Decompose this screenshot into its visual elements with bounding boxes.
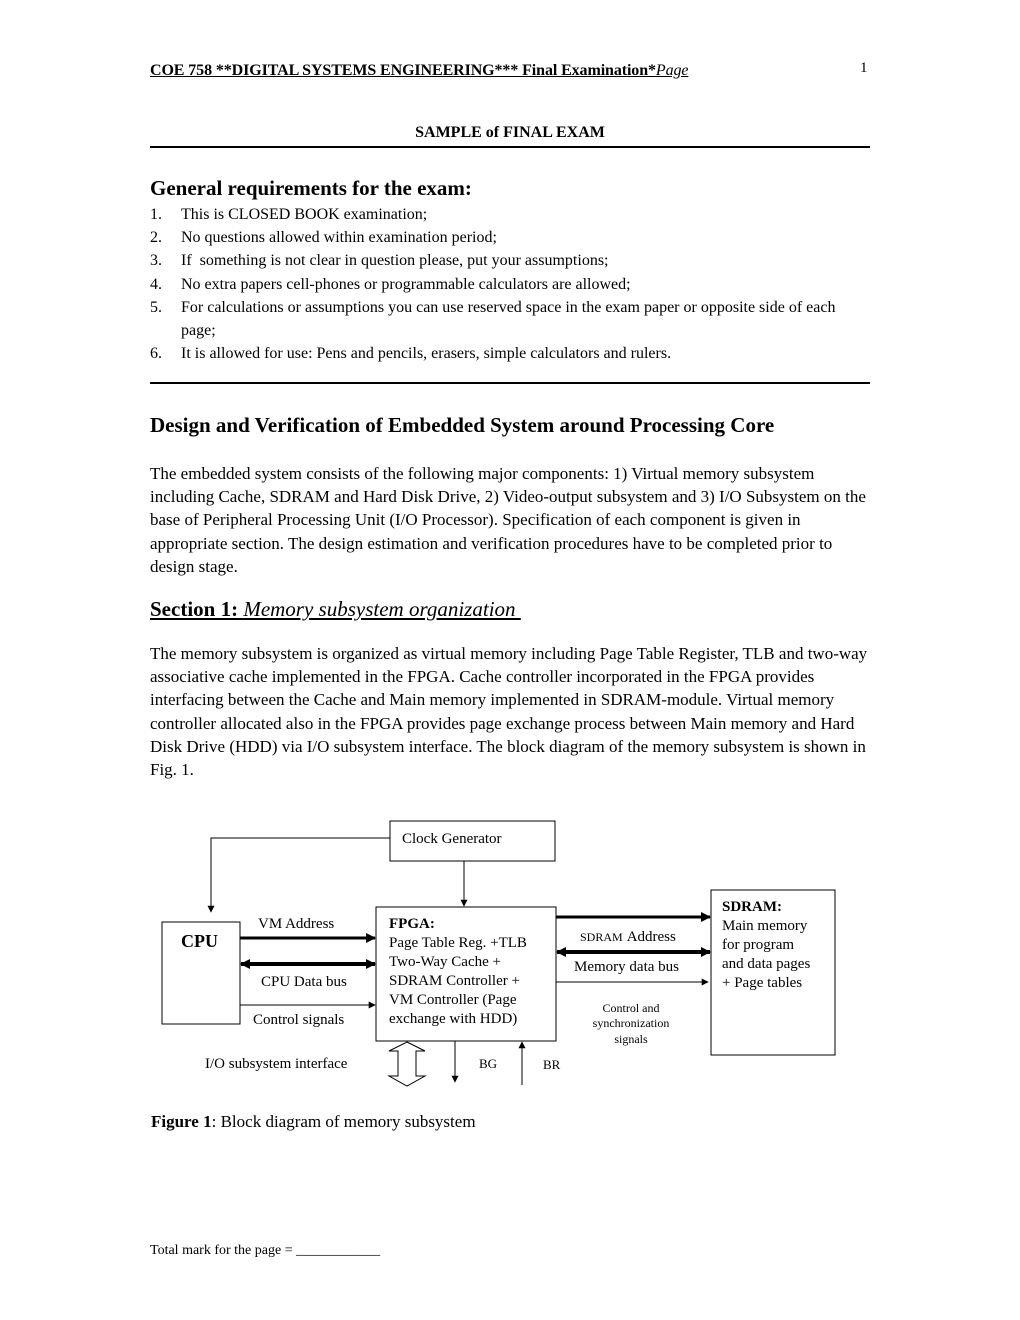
svg-text:for program: for program [722,937,794,953]
svg-text:SDRAM:: SDRAM: [722,899,782,915]
fpga-block: FPGA: Page Table Reg. +TLB Two-Way Cache… [375,906,557,1042]
cpu-data-bus-label: CPU Data bus [261,974,347,990]
cpu-block: CPU [161,921,241,1025]
svg-text:synchronization: synchronization [593,1016,670,1030]
svg-text:Two-Way Cache +: Two-Way Cache + [389,954,501,970]
svg-text:+ Page tables: + Page tables [722,975,802,991]
vm-address-label: VM Address [258,916,334,932]
svg-text:Main memory: Main memory [722,918,808,934]
control-signals-label: Control signals [253,1012,344,1028]
br-label: BR [543,1057,561,1072]
memory-data-bus-label: Memory data bus [574,959,679,975]
svg-text:SDRAM Controller +: SDRAM Controller + [389,973,520,989]
page-footer: Total mark for the page = ____________ [150,1243,381,1258]
clock-generator-block: Clock Generator [389,820,556,862]
bg-label: BG [479,1056,497,1071]
svg-text:CPU: CPU [181,931,218,951]
clock-to-cpu-line [207,837,390,913]
svg-text:signals: signals [614,1032,648,1046]
figure-caption: Figure 1: Block diagram of memory subsys… [151,1112,476,1131]
svg-text:exchange with HDD): exchange with HDD) [389,1011,517,1027]
svg-text:Clock Generator: Clock Generator [402,831,502,847]
io-interface-arrow [387,1041,427,1087]
svg-text:and data pages: and data pages [722,956,810,972]
sdram-address-label: SDRAM Address [580,929,676,945]
svg-text:Page Table Reg. +TLB: Page Table Reg. +TLB [389,935,527,951]
io-interface-label: I/O subsystem interface [205,1056,348,1072]
svg-text:FPGA:: FPGA: [389,916,435,932]
sdram-block: SDRAM: Main memory for program and data … [710,889,836,1056]
control-sync-label: Control and [603,1001,660,1015]
svg-text:VM Controller (Page: VM Controller (Page [389,992,517,1008]
